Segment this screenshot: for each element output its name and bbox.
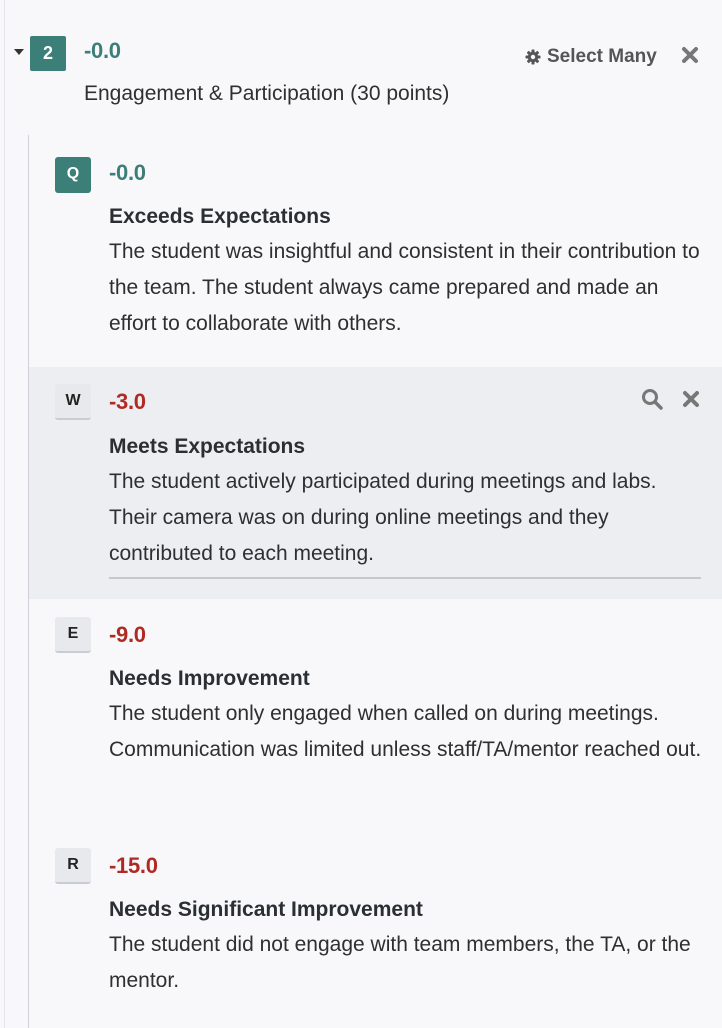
- rubric-item-description: The student was insightful and consisten…: [109, 240, 700, 335]
- question-header: 2 -0.0 Engagement & Participation (30 po…: [0, 0, 722, 130]
- rubric-item[interactable]: Q -0.0 Exceeds Expectations The student …: [29, 135, 722, 365]
- rubric-item-description: The student only engaged when called on …: [109, 702, 702, 761]
- select-many-label: Select Many: [547, 46, 657, 67]
- rubric-item-points: -0.0: [109, 160, 146, 185]
- rubric-item-description: The student actively participated during…: [109, 470, 657, 565]
- rubric-item-points: -15.0: [109, 853, 158, 878]
- question-number-badge: 2: [30, 36, 66, 71]
- rubric-item-description: The student did not engage with team mem…: [109, 933, 691, 992]
- select-many-button[interactable]: Select Many: [525, 46, 657, 68]
- rubric-item-title: Needs Significant Improvement: [109, 898, 423, 921]
- divider: [109, 577, 701, 579]
- close-icon[interactable]: [680, 45, 700, 65]
- rubric-item-title: Meets Expectations: [109, 435, 306, 458]
- question-score: -0.0: [84, 38, 121, 63]
- close-icon[interactable]: [681, 389, 701, 409]
- rubric-item[interactable]: E -9.0 Needs Improvement The student onl…: [29, 600, 722, 825]
- rubric-item-key[interactable]: R: [55, 848, 91, 884]
- rubric-item-key[interactable]: Q: [55, 157, 91, 193]
- rubric-item-key[interactable]: E: [55, 617, 91, 653]
- rubric-item[interactable]: W -3.0 Meets Expectations The student ac…: [29, 367, 722, 599]
- rubric-item-points: -9.0: [109, 622, 146, 647]
- rubric-item-key[interactable]: W: [55, 384, 91, 420]
- left-border: [4, 0, 5, 1028]
- chevron-down-icon[interactable]: [14, 49, 24, 55]
- gear-icon: [525, 49, 541, 65]
- rubric-items-list: Q -0.0 Exceeds Expectations The student …: [28, 135, 722, 1028]
- rubric-item-title: Needs Improvement: [109, 667, 310, 690]
- rubric-item[interactable]: R -15.0 Needs Significant Improvement Th…: [29, 831, 722, 1028]
- search-icon[interactable]: [641, 388, 663, 410]
- rubric-item-points: -3.0: [109, 389, 146, 414]
- rubric-item-title: Exceeds Expectations: [109, 205, 331, 228]
- question-title: Engagement & Participation (30 points): [84, 82, 450, 105]
